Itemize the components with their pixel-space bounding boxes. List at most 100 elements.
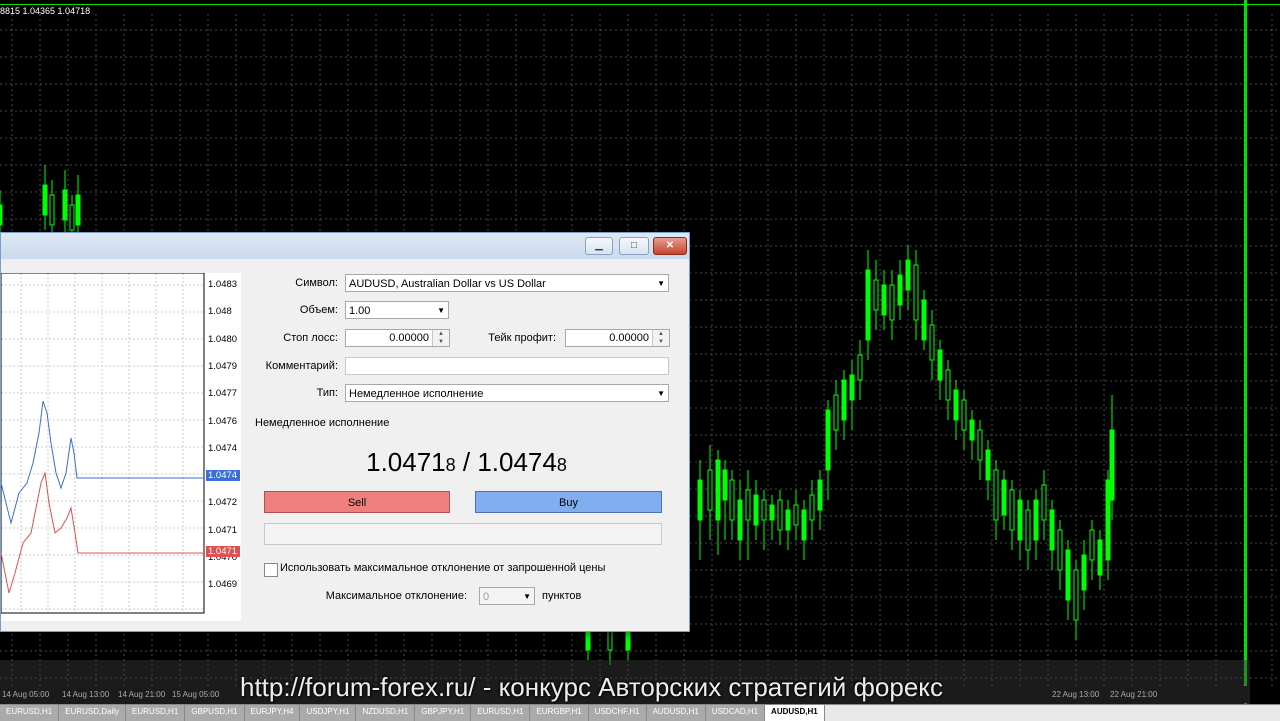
take-profit-value: 0.00000: [609, 332, 649, 344]
max-deviation-select[interactable]: 0 ▼: [479, 587, 535, 605]
buy-button[interactable]: Buy: [475, 491, 662, 513]
candle-body: [833, 394, 839, 431]
candle-body: [1057, 529, 1063, 571]
vertical-marker-line[interactable]: [1244, 0, 1247, 720]
candle-body: [937, 349, 943, 381]
tick-price-label: 1.0477: [208, 388, 238, 400]
candle-body: [0, 204, 3, 226]
tick-price-label: 1.048: [208, 306, 232, 318]
chart-tab[interactable]: USDCAD,H1: [705, 705, 766, 721]
spin-arrows-icon[interactable]: ▲ ▼: [652, 330, 669, 346]
chart-tab[interactable]: EURUSD,H1: [126, 705, 186, 721]
candle-body: [865, 269, 871, 341]
maximize-button[interactable]: □: [619, 237, 649, 255]
candle-body: [62, 189, 68, 221]
candle-body: [729, 479, 735, 521]
candle-body: [961, 399, 967, 431]
take-profit-input[interactable]: 0.00000 ▲ ▼: [565, 329, 670, 347]
candle-body: [625, 629, 631, 651]
candle-body: [761, 499, 767, 521]
candle-body: [69, 204, 75, 231]
symbol-value: AUDUSD, Australian Dollar vs US Dollar: [349, 278, 546, 290]
candle-body: [841, 379, 847, 421]
bid-price-pip: 8: [445, 455, 456, 475]
candle-body: [1025, 509, 1031, 551]
symbol-label: Символ:: [295, 277, 338, 289]
candle-body: [953, 389, 959, 421]
ask-price-tag: 1.0471: [206, 546, 240, 557]
candle-body: [1049, 509, 1055, 551]
tick-price-label: 1.0474: [208, 442, 238, 454]
candle-body: [929, 324, 935, 361]
candle-body: [1081, 554, 1087, 591]
stop-loss-value: 0.00000: [389, 332, 429, 344]
symbol-select[interactable]: AUDUSD, Australian Dollar vs US Dollar ▼: [345, 274, 669, 292]
candle-body: [825, 409, 831, 471]
candle-body: [1097, 539, 1103, 576]
tick-price-label: 1.0476: [208, 415, 238, 427]
execution-type-value: Немедленное исполнение: [349, 388, 484, 400]
candle-body: [793, 504, 799, 526]
take-profit-label: Тейк профит:: [488, 332, 556, 344]
candle-body: [777, 499, 783, 531]
close-button[interactable]: ✕: [653, 237, 687, 255]
chart-tab[interactable]: GBPJPY,H1: [415, 705, 472, 721]
dialog-titlebar[interactable]: ▁ □ ✕: [1, 233, 689, 259]
stop-loss-input[interactable]: 0.00000 ▲ ▼: [345, 329, 450, 347]
volume-select[interactable]: 1.00 ▼: [345, 301, 449, 319]
bid-price: 1.0471: [366, 447, 446, 477]
chart-tab[interactable]: USDCHF,H1: [588, 705, 647, 721]
candle-body: [42, 184, 48, 216]
chevron-down-icon: ▼: [657, 279, 665, 288]
candle-body: [985, 449, 991, 481]
order-dialog: ▁ □ ✕ 1.0483 1.048 1.0480 1.0479 1.0477 1.047…: [0, 232, 690, 632]
bid-price-tag: 1.0474: [206, 470, 240, 481]
points-label: пунктов: [542, 590, 582, 602]
candle-body: [1017, 499, 1023, 541]
chart-tab[interactable]: EURUSD,H1: [471, 705, 531, 721]
max-deviation-value: 0: [483, 591, 490, 603]
candle-body: [817, 479, 823, 511]
candle-body: [707, 469, 713, 511]
candle-body: [945, 369, 951, 401]
tick-price-label: 1.0480: [208, 333, 238, 345]
candle-body: [809, 494, 815, 521]
chart-tab[interactable]: AUDUSD,H1: [765, 705, 825, 721]
sell-button[interactable]: Sell: [264, 491, 450, 513]
quote-display: 1.04718 / 1.04748: [245, 447, 688, 478]
candle-body: [889, 284, 895, 321]
candle-body: [921, 299, 927, 341]
chart-tab[interactable]: EURUSD,H1: [0, 705, 60, 721]
chart-tab[interactable]: AUDUSD,H1: [646, 705, 706, 721]
spin-arrows-icon[interactable]: ▲ ▼: [432, 330, 449, 346]
tick-chart-canvas: [1, 273, 205, 614]
horizontal-marker-line: [0, 4, 1280, 5]
candle-body: [785, 509, 791, 531]
volume-value: 1.00: [349, 305, 371, 317]
chart-tab[interactable]: USDJPY,H1: [300, 705, 357, 721]
candle-body: [913, 264, 919, 321]
max-deviation-label: Максимальное отклонение:: [325, 590, 467, 602]
chart-tab[interactable]: EURJPY,H4: [244, 705, 301, 721]
type-label: Тип:: [316, 387, 338, 399]
candle-body: [1105, 479, 1111, 561]
chevron-down-icon: ▼: [657, 389, 665, 398]
max-deviation-checkbox-label[interactable]: Использовать максимальное отклонение от …: [280, 562, 605, 574]
chart-tab[interactable]: EURUSD,Daily: [59, 705, 127, 721]
chart-tab[interactable]: GBPUSD,H1: [185, 705, 245, 721]
candle-body: [977, 429, 983, 461]
candle-body: [75, 194, 81, 226]
status-box: [264, 523, 662, 545]
chart-tab[interactable]: NZDUSD,H1: [356, 705, 416, 721]
candle-body: [881, 284, 887, 316]
comment-input[interactable]: [345, 357, 669, 375]
execution-type-select[interactable]: Немедленное исполнение ▼: [345, 384, 669, 402]
candle-body: [873, 279, 879, 311]
candle-body: [1009, 489, 1015, 531]
max-deviation-checkbox[interactable]: [264, 563, 278, 577]
minimize-button[interactable]: ▁: [585, 237, 613, 255]
candle-body: [1065, 549, 1071, 601]
watermark-text: http://forum-forex.ru/ - конкурс Авторск…: [240, 672, 943, 702]
ask-price-pip: 8: [556, 455, 567, 475]
chart-tab[interactable]: EURGBP,H1: [530, 705, 589, 721]
